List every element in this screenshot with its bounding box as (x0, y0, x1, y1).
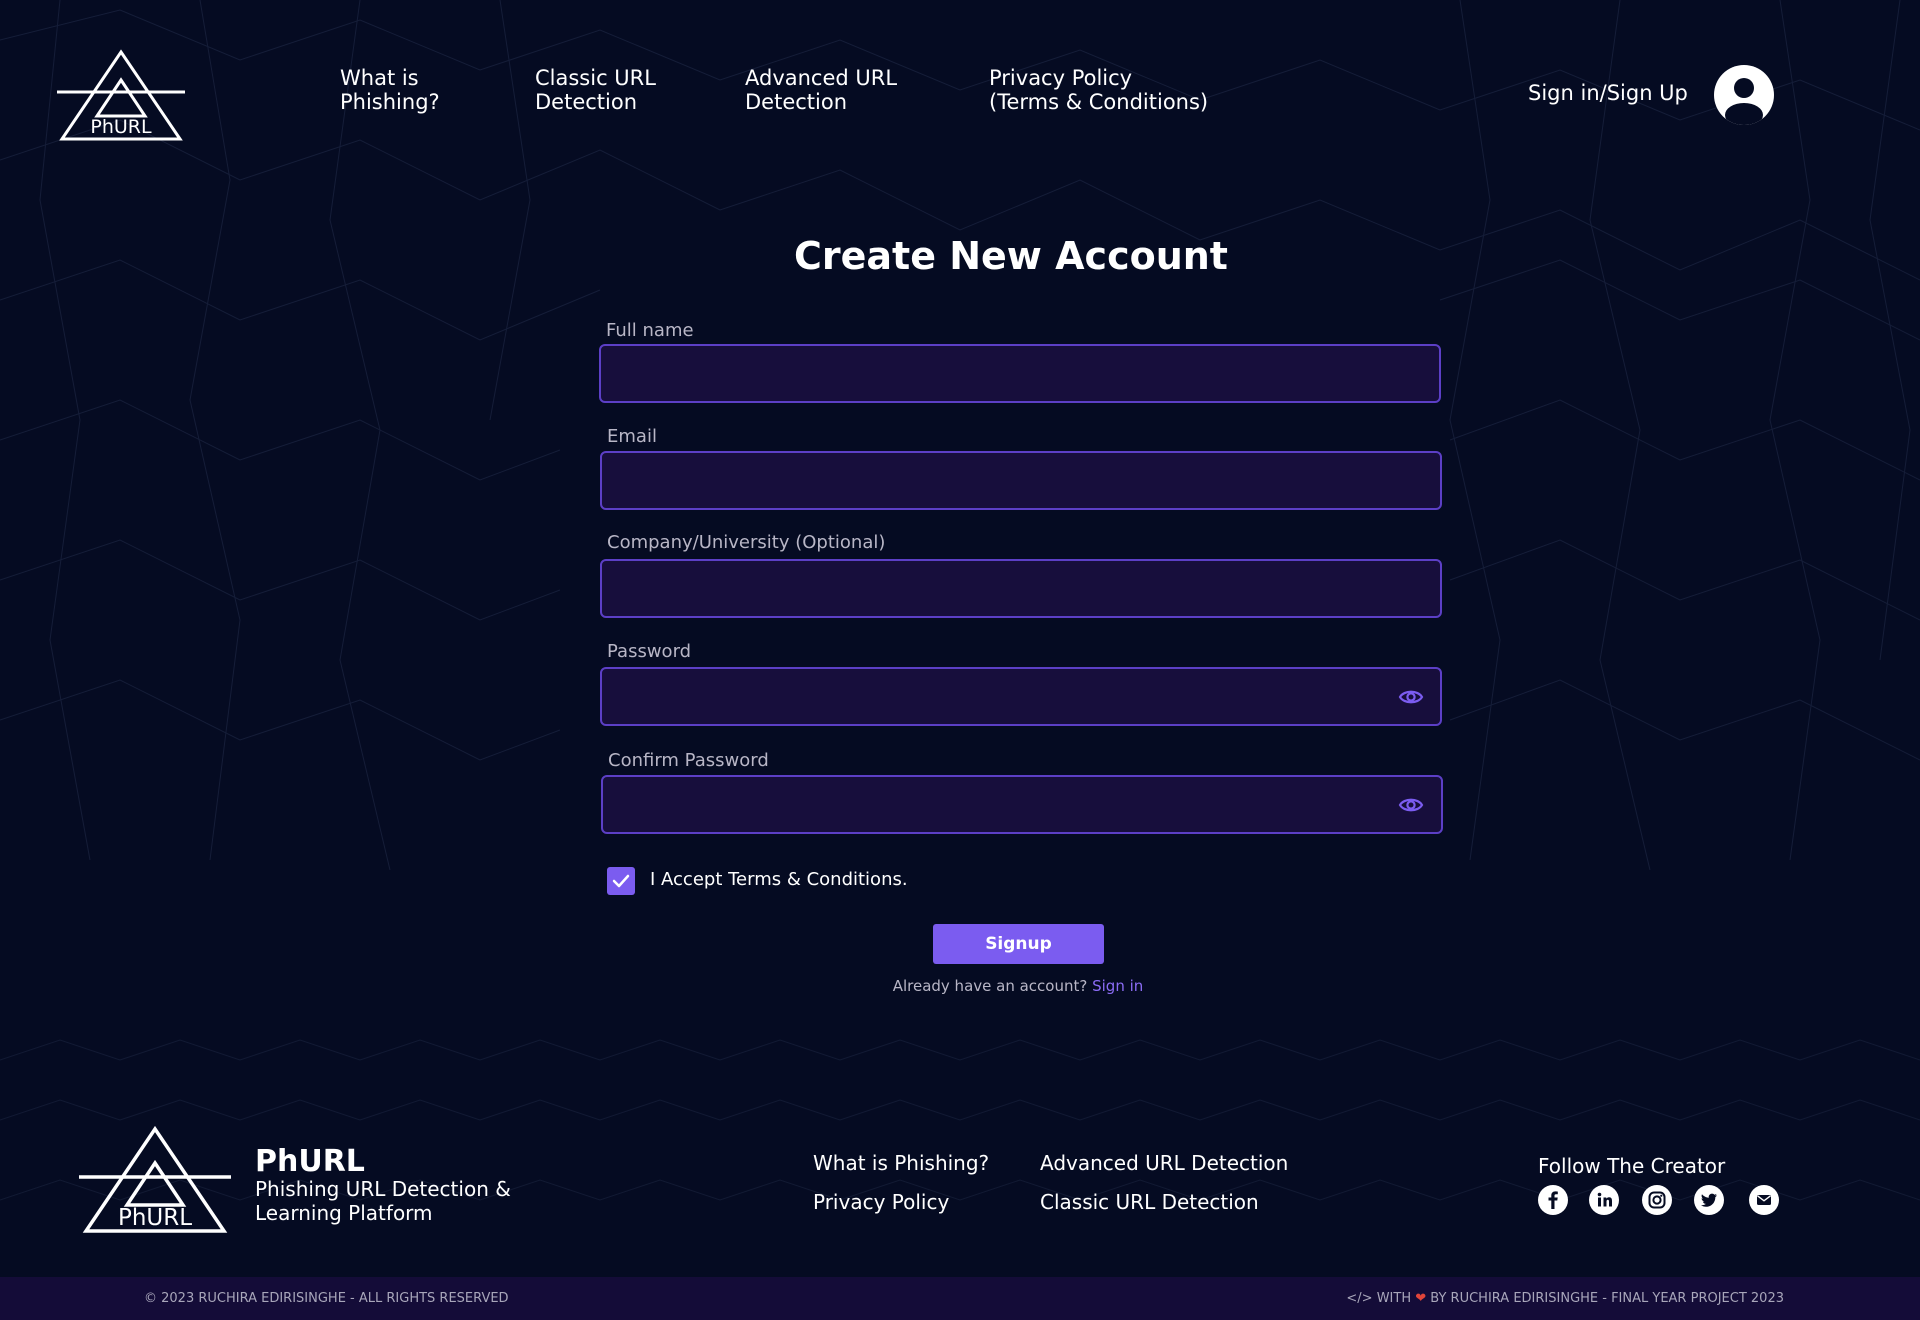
signin-signup-link[interactable]: Sign in/Sign Up (1528, 81, 1688, 105)
instagram-icon[interactable] (1642, 1185, 1672, 1215)
linkedin-icon[interactable] (1589, 1185, 1619, 1215)
footer-link-advanced-url-detection[interactable]: Advanced URL Detection (1040, 1151, 1288, 1175)
nav-what-is-phishing[interactable]: What is Phishing? (340, 66, 440, 114)
footer-logo[interactable]: PhURL (77, 1125, 233, 1237)
credit-text: </> WITH ❤ BY RUCHIRA EDIRISINGHE - FINA… (1346, 1291, 1784, 1306)
full-name-label: Full name (606, 320, 694, 341)
avatar[interactable] (1714, 65, 1774, 125)
brand-name: PhURL (255, 1144, 365, 1179)
password-label: Password (607, 641, 692, 662)
copyright-text: © 2023 RUCHIRA EDIRISINGHE - ALL RIGHTS … (144, 1291, 509, 1306)
follow-title: Follow The Creator (1538, 1154, 1726, 1178)
signin-link[interactable]: Sign in (1092, 977, 1143, 995)
eye-icon[interactable] (1398, 684, 1424, 710)
page-title: Create New Account (794, 234, 1228, 278)
email-label: Email (607, 426, 657, 447)
nav-classic-url-detection[interactable]: Classic URL Detection (535, 66, 656, 114)
logo-triangle-icon: PhURL (79, 1125, 231, 1233)
footer-link-what-is-phishing[interactable]: What is Phishing? (813, 1151, 989, 1175)
footer-link-classic-url-detection[interactable]: Classic URL Detection (1040, 1190, 1259, 1214)
credit-prefix: </> WITH (1346, 1291, 1412, 1306)
logo-text: PhURL (118, 1205, 192, 1231)
company-label: Company/University (Optional) (607, 532, 886, 553)
facebook-icon[interactable] (1538, 1185, 1568, 1215)
terms-checkbox[interactable] (607, 867, 635, 895)
terms-label[interactable]: I Accept Terms & Conditions. (650, 869, 908, 890)
twitter-icon[interactable] (1694, 1185, 1724, 1215)
eye-icon[interactable] (1398, 792, 1424, 818)
full-name-input[interactable] (599, 344, 1441, 403)
nav-privacy-policy[interactable]: Privacy Policy (Terms & Conditions) (989, 66, 1208, 114)
heart-icon: ❤ (1415, 1291, 1427, 1306)
confirm-password-input[interactable] (601, 775, 1443, 834)
background-pattern (0, 0, 1920, 1201)
checkmark-icon (612, 874, 630, 888)
confirm-password-label: Confirm Password (608, 750, 769, 771)
already-account-text: Already have an account? Sign in (0, 977, 1920, 995)
password-input[interactable] (600, 667, 1442, 726)
mail-icon[interactable] (1749, 1185, 1779, 1215)
credit-suffix: BY RUCHIRA EDIRISINGHE - FINAL YEAR PROJ… (1430, 1291, 1784, 1306)
brand-tagline: Phishing URL Detection & Learning Platfo… (255, 1177, 511, 1225)
already-account-label: Already have an account? (892, 977, 1088, 995)
company-input[interactable] (600, 559, 1442, 618)
logo-text: PhURL (90, 116, 152, 138)
logo[interactable]: PhURL (55, 48, 187, 144)
nav-advanced-url-detection[interactable]: Advanced URL Detection (745, 66, 897, 114)
logo-triangle-icon: PhURL (57, 49, 185, 141)
signup-button[interactable]: Signup (933, 924, 1104, 964)
footer-link-privacy-policy[interactable]: Privacy Policy (813, 1190, 949, 1214)
email-input[interactable] (600, 451, 1442, 510)
user-circle-icon (1725, 78, 1763, 125)
